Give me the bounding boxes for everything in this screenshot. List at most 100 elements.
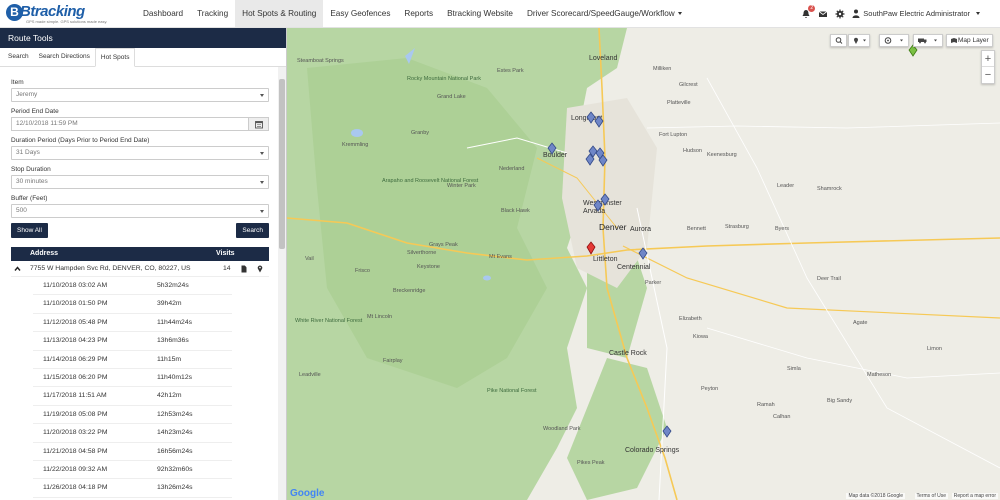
table-row[interactable]: 11/10/2018 01:50 PM 39h42m [33, 295, 232, 314]
visit-duration: 14h23m24s [157, 429, 193, 437]
form-buttons: Show All Search [11, 223, 269, 239]
hot-spot-marker [547, 142, 557, 155]
visit-date: 11/10/2018 03:02 AM [43, 282, 108, 289]
period-end-input[interactable]: 12/10/2018 11:59 PM [11, 117, 249, 131]
map-pin-dropdown[interactable] [848, 34, 870, 47]
nav-driver-scorecard-label: Driver Scorecard/SpeedGauge/Workflow [526, 9, 675, 18]
visit-date: 11/15/2018 06:20 PM [43, 373, 108, 381]
table-row[interactable]: 11/13/2018 04:23 PM 13h6m36s [33, 332, 232, 351]
nav-reports[interactable]: Reports [397, 0, 440, 27]
calendar-button[interactable] [249, 117, 269, 131]
nav-driver-scorecard[interactable]: Driver Scorecard/SpeedGauge/Workflow [520, 0, 689, 27]
duration-select-value: 31 Days [16, 149, 40, 156]
visit-duration: 13h26m24s [157, 484, 193, 492]
duration-select[interactable]: 31 Days [11, 146, 269, 160]
nav-btracking-website[interactable]: Btracking Website [440, 0, 520, 27]
table-row[interactable]: 11/10/2018 03:02 AM 5h32m24s [33, 277, 232, 296]
show-all-button[interactable]: Show All [11, 223, 48, 238]
col-visits: Visits [216, 250, 235, 257]
user-name: SouthPaw Electric Administrator [863, 9, 970, 18]
tab-search[interactable]: Search [3, 48, 34, 66]
table-row[interactable]: 11/12/2018 05:48 PM 11h44m24s [33, 314, 232, 333]
stop-duration-label: Stop Duration [11, 166, 51, 173]
search-icon [835, 37, 843, 44]
visit-date: 11/20/2018 03:22 PM [43, 429, 108, 437]
item-select[interactable]: Jeremy [11, 88, 269, 102]
document-icon[interactable] [241, 261, 247, 284]
map-search-button[interactable] [830, 34, 847, 47]
route-tools-panel: Route Tools Search Search Directions Hot… [0, 28, 287, 500]
table-row[interactable]: 11/22/2018 09:32 AM 92h32m60s [33, 461, 232, 480]
map-attribution: Map data ©2018 Google [846, 493, 905, 499]
settings-button[interactable] [835, 9, 845, 19]
table-row[interactable]: 11/19/2018 05:08 PM 12h53m24s [33, 406, 232, 425]
table-row[interactable]: 11/21/2018 04:58 PM 16h56m24s [33, 443, 232, 461]
nav-dashboard[interactable]: Dashboard [136, 0, 190, 27]
zoom-out-button[interactable]: − [982, 67, 994, 83]
envelope-icon [819, 10, 828, 17]
table-row[interactable]: 7755 W Hampden Svc Rd, DENVER, CO, 80227… [11, 261, 269, 277]
map-view[interactable]: Loveland Longmont Boulder Westminster Ar… [287, 28, 1000, 500]
terms-of-use-link[interactable]: Terms of Use [914, 493, 948, 499]
duration-label: Duration Period (Days Prior to Period En… [11, 137, 150, 144]
table-row[interactable]: 11/17/2018 11:51 AM 42h12m [33, 387, 232, 406]
map-location-dropdown[interactable] [879, 34, 909, 47]
visit-date: 11/14/2018 06:29 PM [43, 355, 108, 363]
chevron-down-icon [260, 152, 264, 155]
visit-duration: 11h40m12s [157, 373, 193, 381]
table-row[interactable]: 11/26/2018 04:18 PM 13h26m24s [33, 479, 232, 498]
visit-duration: 5h32m24s [157, 282, 189, 289]
period-end-row: 12/10/2018 11:59 PM [11, 117, 269, 131]
chevron-down-icon [260, 210, 264, 213]
scrollbar-thumb[interactable] [279, 79, 285, 249]
map-pin-icon[interactable] [257, 261, 263, 284]
nav-tracking[interactable]: Tracking [190, 0, 235, 27]
tab-search-directions[interactable]: Search Directions [34, 48, 95, 66]
map-layer-button[interactable]: Map Layer [946, 34, 993, 47]
hot-spots-table: Address Visits 7755 W Hampden Svc Rd, DE… [11, 247, 269, 498]
alerts-button[interactable]: 2 [801, 4, 816, 19]
nav-right: 2 SouthPaw Electric Administrator [801, 0, 980, 27]
visit-date: 11/13/2018 04:23 PM [43, 337, 108, 345]
tab-hot-spots[interactable]: Hot Spots [94, 48, 136, 67]
hot-spot-marker [638, 247, 648, 260]
table-row[interactable]: 11/15/2018 06:20 PM 11h40m12s [33, 369, 232, 388]
chevron-up-icon[interactable] [14, 261, 21, 284]
panel-title: Route Tools [0, 28, 286, 48]
map-layer-label: Map Layer [958, 37, 989, 44]
map-pin-icon [854, 37, 866, 44]
visit-date: 11/22/2018 09:32 AM [43, 465, 108, 473]
visit-duration: 13h6m36s [157, 337, 189, 345]
col-address: Address [30, 250, 59, 257]
visit-duration: 12h53m24s [157, 410, 193, 418]
hot-spot-marker [600, 193, 610, 206]
chevron-down-icon [260, 94, 264, 97]
chevron-down-icon [677, 12, 682, 16]
table-row[interactable]: 11/20/2018 03:22 PM 14h23m24s [33, 424, 232, 443]
search-button[interactable]: Search [236, 223, 269, 238]
zoom-in-button[interactable]: + [982, 51, 994, 67]
user-menu[interactable]: SouthPaw Electric Administrator [852, 9, 980, 19]
detail-rows: 11/10/2018 03:02 AM 5h32m24s 11/10/2018 01… [11, 277, 269, 498]
nav-easy-geofences[interactable]: Easy Geofences [323, 0, 397, 27]
stop-duration-select[interactable]: 30 minutes [11, 175, 269, 189]
visits-cell: 14 [223, 265, 231, 272]
chevron-down-icon [260, 181, 264, 184]
messages-button[interactable] [818, 9, 828, 19]
hot-spot-markers [547, 44, 918, 438]
table-row[interactable]: 11/14/2018 06:29 PM 11h15m [33, 351, 232, 369]
btracking-logo[interactable]: B Btracking GPS made simple. GPS solutio… [6, 3, 107, 25]
report-map-error-link[interactable]: Report a map error [951, 493, 998, 499]
main-menu: Dashboard Tracking Hot Spots & Routing E… [136, 0, 689, 27]
map-vehicle-dropdown[interactable] [913, 34, 943, 47]
buffer-select[interactable]: 500 [11, 204, 269, 218]
buffer-label: Buffer (Feet) [11, 195, 48, 202]
nav-hot-spots-routing[interactable]: Hot Spots & Routing [235, 0, 324, 27]
truck-icon [918, 38, 937, 44]
panel-scrollbar[interactable] [278, 67, 286, 500]
google-logo: Google [290, 488, 324, 499]
gear-icon [835, 9, 845, 18]
route-tools-tabs: Search Search Directions Hot Spots [0, 48, 286, 67]
visit-duration: 92h32m60s [157, 465, 193, 473]
period-end-label: Period End Date [11, 108, 59, 115]
